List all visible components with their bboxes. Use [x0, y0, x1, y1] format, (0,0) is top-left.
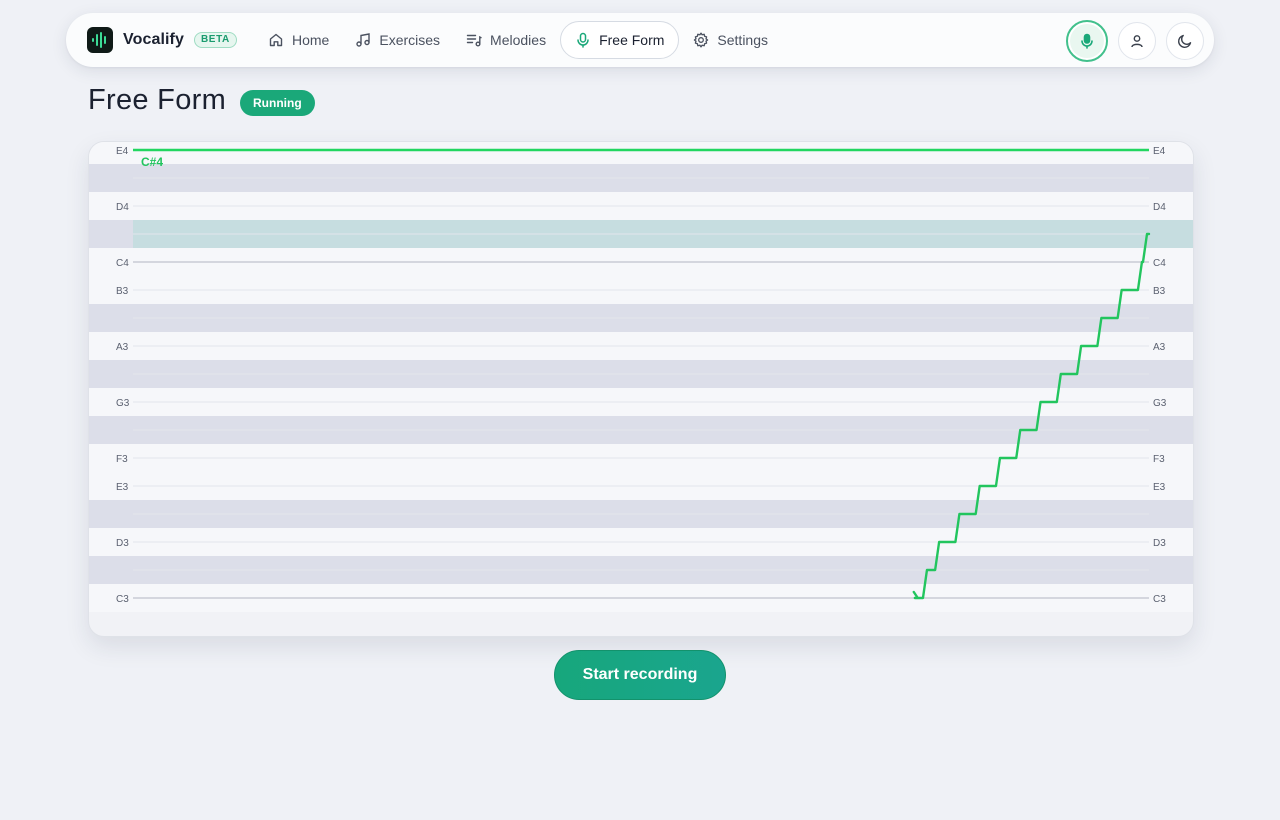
pitch-chart: E4 E4 D4 D4 C4 C4 B3 B3 A3 A3 G3 G3 F3 F3 E3 E3 D3 D3 C3 C3… — [88, 141, 1194, 637]
page-title: Free Form — [88, 84, 227, 116]
note-label-left: E4 — [116, 146, 129, 157]
note-label-right: F3 — [1153, 454, 1165, 465]
microphone-toggle-button[interactable] — [1066, 20, 1108, 62]
brand[interactable]: Vocalify BETA — [87, 27, 237, 53]
user-icon — [1129, 33, 1145, 49]
note-label-right: D4 — [1153, 202, 1166, 213]
note-label-right: E4 — [1153, 146, 1166, 157]
music-note-icon — [355, 32, 371, 48]
nav-item-label: Settings — [717, 32, 769, 48]
gear-icon — [693, 32, 709, 48]
microphone-icon — [575, 32, 591, 48]
nav-item-label: Melodies — [490, 32, 547, 48]
nav-item-exercises[interactable]: Exercises — [343, 22, 452, 58]
note-label-right: B3 — [1153, 286, 1166, 297]
microphone-icon — [1079, 33, 1095, 49]
current-note-label: C#4 — [141, 155, 163, 169]
note-label-left: C4 — [116, 258, 129, 269]
nav-item-label: Home — [292, 32, 330, 48]
profile-button[interactable] — [1118, 22, 1156, 60]
note-label-left: E3 — [116, 482, 129, 493]
brand-name: Vocalify — [123, 31, 184, 48]
note-label-left: G3 — [116, 398, 130, 409]
start-recording-button[interactable]: Start recording — [554, 650, 726, 700]
pitch-chart-svg: E4 E4 D4 D4 C4 C4 B3 B3 A3 A3 G3 G3 F3 F3 E3 E3 D3 D3 C3 C3… — [89, 142, 1193, 612]
note-label-right: C4 — [1153, 258, 1166, 269]
note-label-left: D3 — [116, 538, 129, 549]
nav-item-melodies[interactable]: Melodies — [454, 22, 558, 58]
note-label-left: F3 — [116, 454, 128, 465]
note-label-left: C3 — [116, 594, 129, 605]
header-actions — [1056, 20, 1204, 62]
nav-item-home[interactable]: Home — [256, 22, 341, 58]
note-label-right: A3 — [1153, 342, 1166, 353]
note-label-left: B3 — [116, 286, 129, 297]
note-row — [89, 142, 1193, 164]
main-nav: Home Exercises Melodies Free Form Settin… — [256, 21, 782, 59]
nav-item-label: Free Form — [599, 32, 665, 48]
note-label-right: E3 — [1153, 482, 1166, 493]
nav-item-free-form[interactable]: Free Form — [560, 21, 680, 59]
moon-icon — [1177, 33, 1193, 49]
note-label-right: C3 — [1153, 594, 1166, 605]
note-label-right: D3 — [1153, 538, 1166, 549]
note-label-right: G3 — [1153, 398, 1167, 409]
note-label-left: A3 — [116, 342, 129, 353]
top-navbar: Vocalify BETA Home Exercises Melodies Fr… — [66, 13, 1214, 67]
theme-toggle-button[interactable] — [1166, 22, 1204, 60]
status-badge: Running — [240, 90, 315, 116]
nav-item-label: Exercises — [379, 32, 441, 48]
note-label-left: D4 — [116, 202, 129, 213]
playlist-icon — [466, 32, 482, 48]
nav-item-settings[interactable]: Settings — [681, 22, 780, 58]
home-icon — [268, 32, 284, 48]
waveform-logo-icon — [87, 27, 113, 53]
beta-badge: BETA — [193, 32, 237, 48]
